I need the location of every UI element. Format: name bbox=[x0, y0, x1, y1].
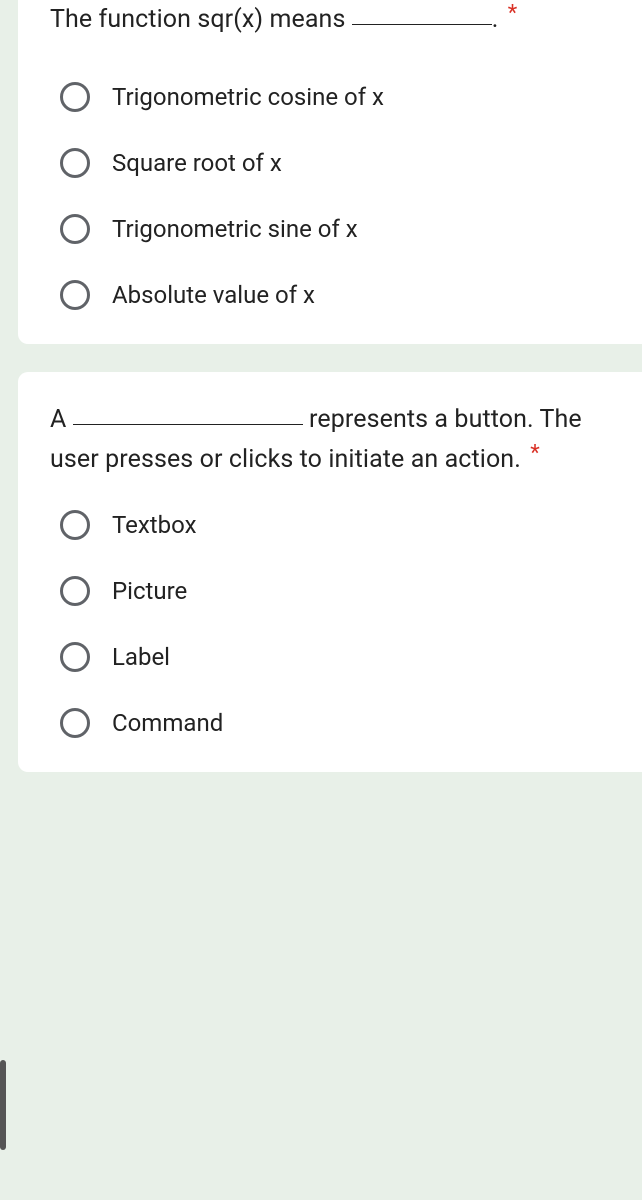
required-asterisk: * bbox=[508, 1, 518, 26]
option-square-root[interactable]: Square root of x bbox=[50, 148, 610, 178]
option-label: Trigonometric cosine of x bbox=[112, 83, 384, 111]
radio-icon bbox=[60, 576, 90, 606]
radio-icon bbox=[60, 510, 90, 540]
question-text-suffix: represents a button. The user presses or… bbox=[50, 405, 582, 474]
option-label: Command bbox=[112, 709, 223, 737]
option-label: Trigonometric sine of x bbox=[112, 215, 358, 243]
question-card-1: The function sqr(x) means . * Trigonomet… bbox=[18, 0, 642, 344]
radio-icon bbox=[60, 214, 90, 244]
option-command[interactable]: Command bbox=[50, 708, 610, 738]
option-absolute-value[interactable]: Absolute value of x bbox=[50, 280, 610, 310]
question-text-suffix: . bbox=[492, 5, 499, 34]
question-1-options: Trigonometric cosine of x Square root of… bbox=[50, 82, 610, 310]
option-trigonometric-sine[interactable]: Trigonometric sine of x bbox=[50, 214, 610, 244]
radio-icon bbox=[60, 82, 90, 112]
question-text-prefix: A bbox=[50, 405, 66, 434]
radio-icon bbox=[60, 708, 90, 738]
blank-fill-1 bbox=[352, 24, 492, 25]
option-textbox[interactable]: Textbox bbox=[50, 510, 610, 540]
option-label: Textbox bbox=[112, 511, 196, 539]
question-text-prefix: The function sqr(x) means bbox=[50, 5, 345, 34]
scroll-indicator[interactable] bbox=[0, 1060, 6, 1150]
option-picture[interactable]: Picture bbox=[50, 576, 610, 606]
option-label: Picture bbox=[112, 577, 187, 605]
option-label: Square root of x bbox=[112, 149, 282, 177]
question-2-options: Textbox Picture Label Command bbox=[50, 510, 610, 738]
question-title-1: The function sqr(x) means . * bbox=[50, 0, 610, 40]
radio-icon bbox=[60, 148, 90, 178]
required-asterisk: * bbox=[530, 441, 540, 466]
question-card-2: A represents a button. The user presses … bbox=[18, 372, 642, 772]
option-label: Label bbox=[112, 643, 170, 671]
option-label[interactable]: Label bbox=[50, 642, 610, 672]
radio-icon bbox=[60, 280, 90, 310]
radio-icon bbox=[60, 642, 90, 672]
option-trigonometric-cosine[interactable]: Trigonometric cosine of x bbox=[50, 82, 610, 112]
question-title-2: A represents a button. The user presses … bbox=[50, 400, 610, 480]
option-label: Absolute value of x bbox=[112, 281, 315, 309]
blank-fill-2 bbox=[73, 424, 303, 425]
